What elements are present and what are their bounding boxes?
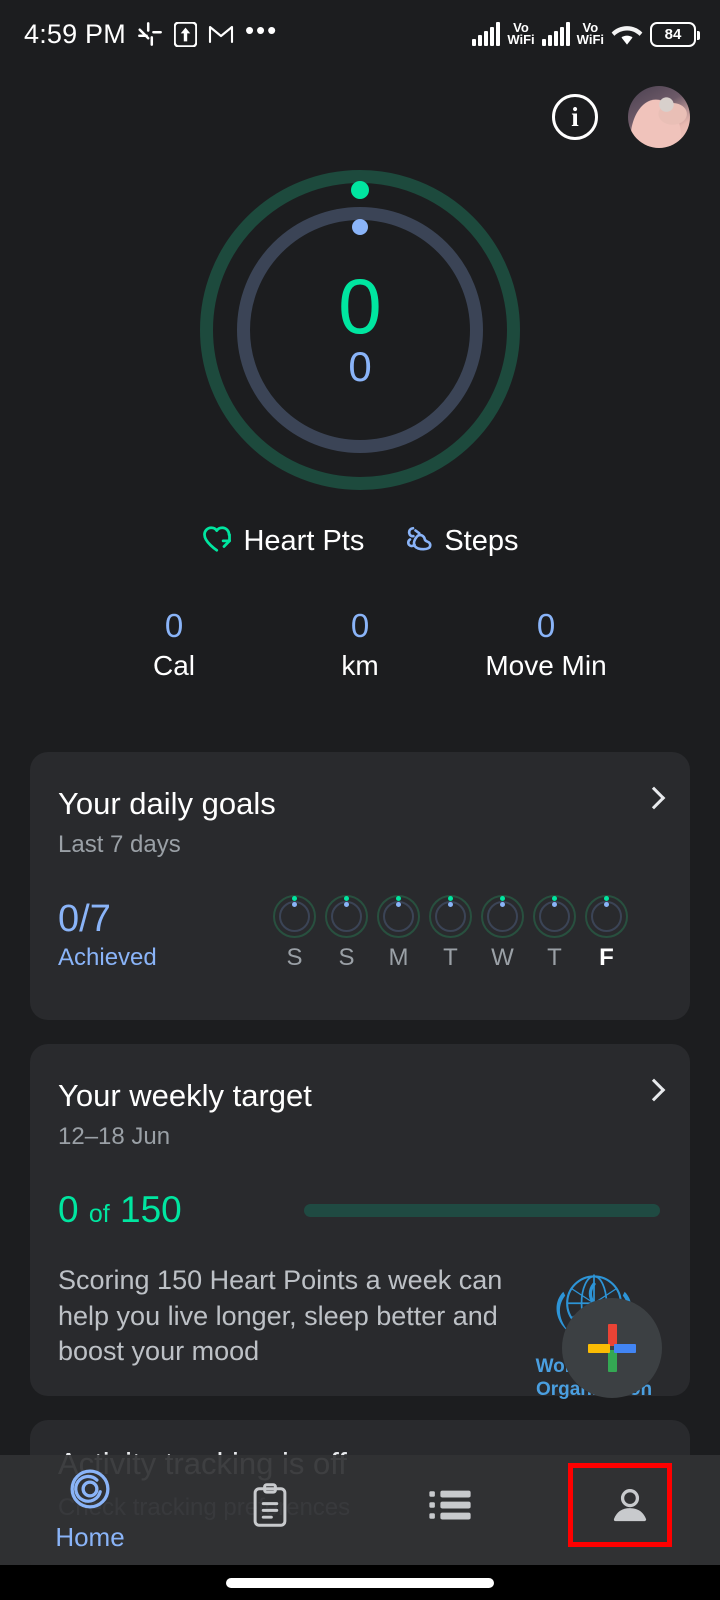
weekly-goal-value: 150: [120, 1189, 182, 1230]
day-ring-icon: [481, 895, 524, 938]
daily-goals-subtitle: Last 7 days: [58, 831, 181, 858]
info-icon[interactable]: i: [552, 94, 598, 140]
weekly-progress-row: 0 of 150: [58, 1189, 662, 1231]
app-screen: 4:59 PM ••• Vo WiFi Vo WiFi 84 i 0 0 Hea…: [0, 0, 720, 1600]
day-label: M: [388, 944, 409, 971]
rings-legend: Heart Pts Steps: [0, 524, 720, 559]
battery-level: 84: [664, 25, 682, 43]
day-column[interactable]: T: [533, 895, 576, 972]
daily-goals-title: Your daily goals: [58, 786, 276, 821]
day-ring-icon: [377, 895, 420, 938]
stat-calories-value: 0: [164, 607, 184, 644]
day-column[interactable]: S: [273, 895, 316, 972]
nav-item-home[interactable]: Home: [0, 1455, 180, 1565]
day-label: S: [286, 944, 303, 971]
stat-calories-label: Cal: [152, 650, 195, 682]
day-ring-icon: [533, 895, 576, 938]
list-icon: [428, 1485, 472, 1530]
upload-icon: [173, 21, 197, 47]
wifi-icon: [611, 22, 643, 47]
day-ring-icon: [429, 895, 472, 938]
status-clock: 4:59 PM: [24, 18, 126, 49]
weekly-target-progress-text: 0 of 150: [58, 1189, 304, 1231]
plus-icon: [586, 1322, 638, 1374]
legend-item-heart-points[interactable]: Heart Pts: [201, 524, 364, 559]
stat-distance-value: 0: [350, 607, 370, 644]
day-label: S: [338, 944, 355, 971]
day-label: W: [491, 944, 514, 971]
status-bar-right: Vo WiFi Vo WiFi 84: [472, 21, 700, 48]
slack-icon: [137, 21, 163, 47]
nav-item-browse[interactable]: [360, 1455, 540, 1565]
info-icon-letter: i: [571, 101, 579, 132]
journal-clipboard-icon: [249, 1482, 291, 1533]
stat-calories[interactable]: 0 Cal: [81, 605, 267, 683]
stat-move-min-label: Move Min: [485, 650, 607, 682]
nav-label-home: Home: [55, 1522, 125, 1552]
shoe-icon: [402, 524, 435, 559]
day-column[interactable]: S: [325, 895, 368, 972]
ring-center-values: 0 0: [200, 170, 520, 490]
stat-distance-label: km: [341, 650, 379, 682]
heart-points-value: 0: [338, 261, 382, 350]
nav-item-profile[interactable]: [540, 1455, 720, 1565]
legend-item-steps[interactable]: Steps: [402, 524, 519, 559]
daily-goals-achievement: 0/7 Achieved: [58, 898, 273, 972]
steps-value: 0: [348, 342, 372, 390]
status-bar-left: 4:59 PM •••: [24, 15, 472, 50]
profile-person-icon: [608, 1483, 652, 1532]
sim1-wifi-label: WiFi: [507, 32, 535, 48]
weekly-progress-bar: [304, 1203, 660, 1217]
weekly-of-word: of: [88, 1200, 110, 1228]
day-label: T: [443, 944, 458, 971]
weekly-target-description: Scoring 150 Heart Points a week can help…: [58, 1265, 503, 1367]
day-column[interactable]: W: [481, 895, 524, 972]
daily-goals-week: S S M T W T F: [273, 895, 628, 972]
day-column[interactable]: T: [429, 895, 472, 972]
legend-label-heart-points: Heart Pts: [243, 525, 365, 557]
weekly-target-subtitle: 12–18 Jun: [58, 1123, 171, 1150]
avatar[interactable]: [628, 86, 690, 148]
weekly-target-title: Your weekly target: [58, 1078, 312, 1113]
status-bar: 4:59 PM ••• Vo WiFi Vo WiFi 84: [0, 0, 720, 68]
weekly-current-value: 0: [58, 1189, 79, 1230]
stat-distance[interactable]: 0 km: [267, 605, 453, 683]
stat-move-min-value: 0: [536, 607, 556, 644]
top-action-bar: i: [0, 78, 720, 156]
home-ring-icon: [68, 1467, 112, 1516]
bottom-navigation-bar: Home: [0, 1455, 720, 1565]
day-ring-icon: [585, 895, 628, 938]
gesture-bar[interactable]: [226, 1577, 494, 1588]
activity-rings[interactable]: 0 0: [200, 170, 520, 490]
more-dots-icon: •••: [244, 15, 279, 45]
battery-icon: 84: [650, 21, 700, 47]
day-column[interactable]: M: [377, 895, 420, 972]
day-column-today[interactable]: F: [585, 895, 628, 972]
daily-goals-fraction: 0/7: [58, 898, 111, 941]
signal-sim1-icon: Vo WiFi: [472, 21, 535, 48]
daily-goals-body: 0/7 Achieved S S M T W T F: [58, 895, 662, 972]
stat-move-min[interactable]: 0 Move Min: [453, 605, 639, 683]
heart-icon: [201, 524, 234, 559]
legend-label-steps: Steps: [444, 525, 519, 557]
day-ring-icon: [273, 895, 316, 938]
day-ring-icon: [325, 895, 368, 938]
signal-sim2-icon: Vo WiFi: [541, 21, 604, 48]
summary-stats: 0 Cal 0 km 0 Move Min: [0, 605, 720, 683]
daily-goals-achieved-label: Achieved: [58, 944, 157, 971]
nav-item-journal[interactable]: [180, 1455, 360, 1565]
day-label: T: [547, 944, 562, 971]
add-button[interactable]: [562, 1298, 662, 1398]
sim2-wifi-label: WiFi: [576, 32, 604, 48]
gmail-icon: [208, 23, 234, 45]
day-label-today: F: [599, 944, 614, 971]
daily-goals-card[interactable]: Your daily goals Last 7 days 0/7 Achieve…: [30, 752, 690, 1020]
system-gesture-area: [0, 1565, 720, 1600]
